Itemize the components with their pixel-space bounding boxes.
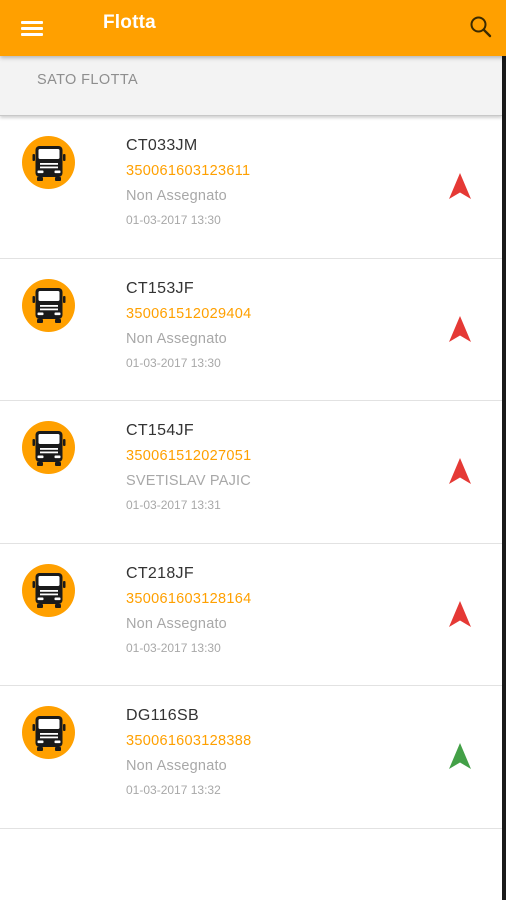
vehicle-plate: CT033JM [126,137,198,154]
vehicle-driver: Non Assegnato [126,188,227,204]
truck-icon [32,430,65,466]
menu-button[interactable] [14,14,50,42]
section-header: SATO FLOTTA [0,56,502,116]
vehicle-driver: SVETISLAV PAJIC [126,473,251,489]
vehicle-row[interactable]: CT218JF 350061603128164 Non Assegnato 01… [0,543,502,686]
navigation-arrow-icon-red [449,173,471,199]
navigation-arrow-icon-red [449,458,471,484]
search-icon [470,16,492,38]
truck-icon [32,573,65,608]
vehicle-plate: CT218JF [126,564,194,582]
vehicle-timestamp: 01-03-2017 13:32 [126,783,221,797]
truck-avatar [22,421,75,474]
vehicle-plate: CT153JF [126,279,194,297]
vehicle-imei: 350061603128388 [126,733,252,749]
vehicle-plate: DG116SB [126,707,199,724]
navigation-arrow-icon-red [449,600,471,627]
vehicle-driver: Non Assegnato [126,615,227,632]
vehicle-imei: 350061512029404 [126,305,252,322]
vehicle-row[interactable]: CT153JF 350061512029404 Non Assegnato 01… [0,258,502,401]
truck-avatar [22,563,75,617]
truck-avatar [22,278,75,332]
vehicle-timestamp: 01-03-2017 13:30 [126,213,221,227]
vehicle-timestamp: 01-03-2017 13:30 [126,355,221,370]
navigation-arrow-icon-green [449,743,471,769]
vehicle-driver: Non Assegnato [126,330,227,347]
app-title: Flotta [103,12,156,33]
screen-edge [502,56,506,900]
truck-icon [32,145,65,181]
truck-icon [32,715,65,751]
truck-icon [32,288,65,323]
vehicle-imei: 350061512027051 [126,448,252,464]
section-label: SATO FLOTTA [37,72,139,88]
vehicle-driver: Non Assegnato [126,758,227,774]
app-bar: Flotta [0,0,506,56]
hamburger-menu-icon [21,20,43,36]
vehicle-timestamp: 01-03-2017 13:31 [126,498,221,512]
vehicle-list: CT033JM 350061603123611 Non Assegnato 01… [0,116,502,829]
truck-avatar [22,706,75,759]
search-button[interactable] [466,12,496,42]
vehicle-imei: 350061603123611 [126,163,251,179]
vehicle-row[interactable]: DG116SB 350061603128388 Non Assegnato 01… [0,686,502,829]
vehicle-row[interactable]: CT033JM 350061603123611 Non Assegnato 01… [0,116,502,259]
vehicle-row[interactable]: CT154JF 350061512027051 SVETISLAV PAJIC … [0,401,502,544]
vehicle-timestamp: 01-03-2017 13:30 [126,640,221,655]
vehicle-imei: 350061603128164 [126,590,252,607]
truck-avatar [22,136,75,189]
navigation-arrow-icon-red [449,315,471,342]
vehicle-plate: CT154JF [126,422,194,439]
